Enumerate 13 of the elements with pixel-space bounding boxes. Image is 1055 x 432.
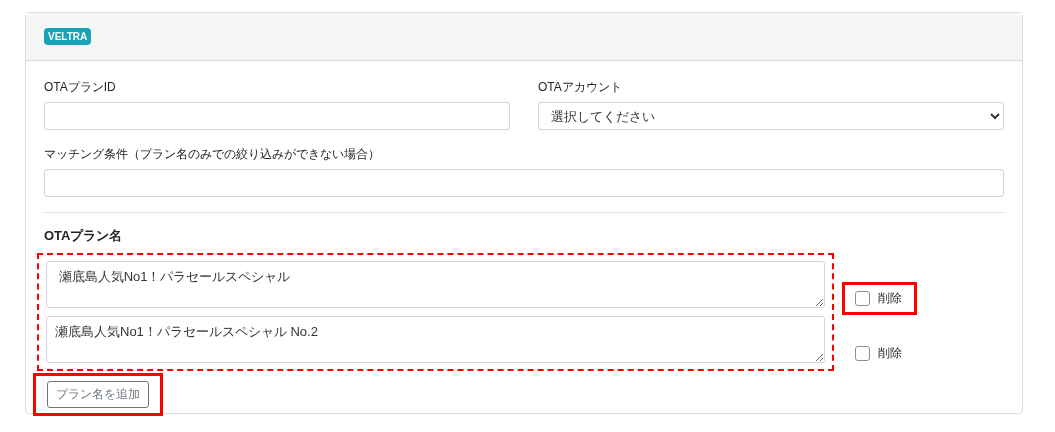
- field-label: OTAプランID: [44, 79, 117, 96]
- field-label: マッチング条件（プラン名のみでの絞り込みができない場合）: [44, 146, 381, 163]
- field-label: OTAアカウント: [538, 79, 623, 96]
- input-field[interactable]: [44, 102, 510, 130]
- plan-name-field[interactable]: 瀬底島人気No1！パラセールスペシャル No.2: [46, 316, 825, 363]
- section-heading: OTAプラン名: [44, 227, 124, 245]
- plan-name-field[interactable]: 瀬底島人気No1！パラセールスペシャル: [46, 261, 825, 308]
- veltra-badge: VELTRA: [44, 28, 92, 45]
- delete-checkbox[interactable]: 削除: [842, 337, 917, 370]
- add-plan-button[interactable]: プラン名を追加: [47, 381, 149, 408]
- input-field[interactable]: [44, 169, 1004, 197]
- delete-checkbox[interactable]: 削除: [842, 282, 917, 315]
- account-select[interactable]: 選択してください: [538, 102, 1004, 130]
